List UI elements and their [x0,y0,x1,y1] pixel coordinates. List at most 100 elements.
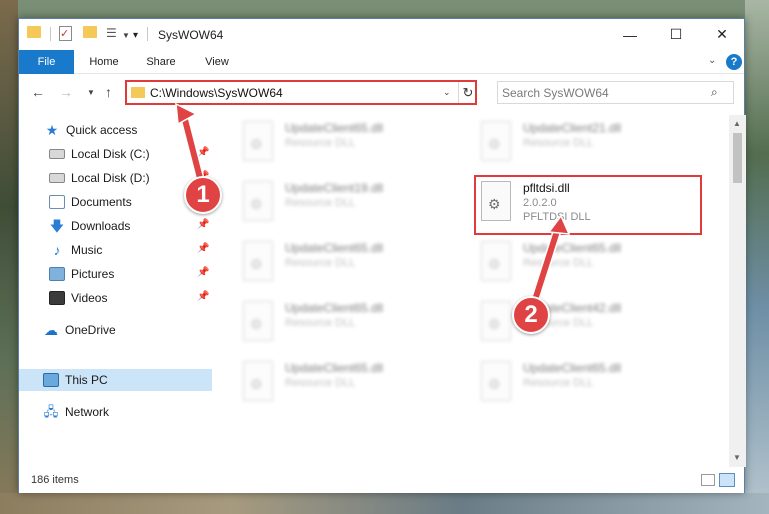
file-name: UpdateClient65.dll [285,121,384,135]
dll-file-icon: ⚙ [243,361,273,401]
sidebar-item-label: Pictures [71,267,115,281]
tab-view[interactable]: View [199,50,235,74]
list-item[interactable]: ⚙ UpdateClient42.dll Resource DLL [477,295,697,349]
scroll-up-icon[interactable]: ▲ [733,119,741,128]
file-name: UpdateClient65.dll [523,361,622,375]
file-explorer-window: ✓ ☰ ▼ ▾ SysWOW64 — ☐ ✕ File Home Share V… [18,18,746,493]
dll-file-icon: ⚙ [243,181,273,221]
search-box[interactable]: ⌕ [497,81,734,104]
sidebar-item-network[interactable]: 🖧 Network [19,401,212,423]
address-dropdown-icon[interactable]: ⌄ [443,87,451,98]
sidebar-item-quick-access[interactable]: ★ Quick access [19,119,212,141]
network-icon: 🖧 [43,404,59,419]
forward-arrow-icon[interactable]: → [59,84,73,100]
list-item[interactable]: ⚙ UpdateClient65.dll Resource DLL [239,115,459,169]
sidebar-item-label: Quick access [66,123,138,137]
recent-locations-icon[interactable]: ▼ [87,88,95,97]
minimize-button[interactable]: — [607,19,653,50]
help-icon[interactable]: ? [726,54,742,70]
dll-file-icon: ⚙ [243,121,273,161]
sidebar-item-this-pc[interactable]: This PC [19,369,212,391]
file-name: UpdateClient21.dll [523,121,622,135]
videos-icon [49,291,65,305]
sidebar-item-local-disk-c[interactable]: Local Disk (C:) 📌 [19,143,212,165]
new-folder-icon[interactable] [83,26,97,38]
tab-file[interactable]: File [19,50,74,74]
large-icons-view-icon[interactable] [719,473,735,487]
sidebar-item-local-disk-d[interactable]: Local Disk (D:) 📌 [19,167,212,189]
dll-file-icon: ⚙ [243,301,273,341]
pin-icon[interactable]: 📌 [197,267,209,278]
file-name: UpdateClient19.dll [285,181,384,195]
pin-icon[interactable]: 📌 [197,243,209,254]
file-name: UpdateClient65.dll [285,241,384,255]
file-name: UpdateClient65.dll [523,241,622,255]
file-type: Resource DLL [285,317,356,329]
close-button[interactable]: ✕ [699,19,745,50]
dll-file-icon: ⚙ [481,121,511,161]
sidebar-item-label: Videos [71,291,108,305]
file-type: Resource DLL [285,377,356,389]
file-type: Resource DLL [285,137,356,149]
list-item[interactable]: ⚙ UpdateClient65.dll Resource DLL [239,295,459,349]
sidebar-item-downloads[interactable]: 🡇 Downloads 📌 [19,215,212,237]
sidebar-item-label: Network [65,405,110,419]
sidebar-item-onedrive[interactable]: ☁ OneDrive [19,319,212,341]
sidebar-item-music[interactable]: ♪ Music 📌 [19,239,212,261]
star-icon: ★ [45,122,59,138]
file-type: Resource DLL [523,377,594,389]
sidebar-item-label: This PC [65,373,108,387]
list-item[interactable]: ⚙ UpdateClient19.dll Resource DLL [239,175,459,229]
list-item[interactable]: ⚙ UpdateClient21.dll Resource DLL [477,115,697,169]
back-arrow-icon[interactable]: ← [31,84,45,100]
title-bar: ✓ ☰ ▼ ▾ SysWOW64 — ☐ ✕ [19,19,744,50]
list-item[interactable]: ⚙ UpdateClient65.dll Resource DLL [239,355,459,409]
file-type: Resource DLL [523,137,594,149]
dll-file-icon: ⚙ [481,241,511,281]
expand-ribbon-icon[interactable]: ⌄ [708,55,716,66]
sidebar-item-label: Music [71,243,103,257]
pin-icon[interactable]: 📌 [197,291,209,302]
item-count: 186 items [31,474,79,486]
details-view-icon[interactable] [701,474,715,486]
properties-icon[interactable]: ☰ [106,26,121,41]
file-type: Resource DLL [523,257,594,269]
file-type: Resource DLL [285,257,356,269]
properties-check-icon[interactable]: ✓ [59,26,72,41]
sidebar-item-label: OneDrive [65,323,116,337]
tab-share[interactable]: Share [139,50,183,74]
maximize-button[interactable]: ☐ [653,19,699,50]
sidebar-item-pictures[interactable]: Pictures 📌 [19,263,212,285]
folder-icon [131,87,145,98]
up-arrow-icon[interactable]: ↑ [105,84,112,100]
file-name: UpdateClient65.dll [285,301,384,315]
list-item[interactable]: ⚙ UpdateClient65.dll Resource DLL [477,235,697,289]
quick-access-dropdown-icon[interactable]: ▼ [122,26,130,44]
sidebar-item-label: Local Disk (D:) [71,171,150,185]
customize-toolbar-icon[interactable]: ▾ [133,26,138,44]
pin-icon[interactable]: 📌 [197,147,209,158]
ribbon: File Home Share View ⌄ ? [19,50,744,74]
dll-file-icon: ⚙ [481,361,511,401]
vertical-scrollbar[interactable]: ▲ ▼ [729,115,746,467]
list-item[interactable]: ⚙ UpdateClient65.dll Resource DLL [477,355,697,409]
drive-icon [49,173,65,183]
window-title: SysWOW64 [158,28,224,42]
desktop-background-bottom [0,493,769,514]
status-bar: 186 items [19,469,744,493]
search-icon[interactable]: ⌕ [711,85,718,100]
navigation-pane: ★ Quick access Local Disk (C:) 📌 Local D… [19,115,212,467]
sidebar-item-videos[interactable]: Videos 📌 [19,287,212,309]
search-input[interactable] [502,83,702,102]
tab-home[interactable]: Home [83,50,125,74]
refresh-icon[interactable]: ↻ [458,82,477,103]
quick-access-separator [50,27,51,41]
address-path[interactable]: C:\Windows\SysWOW64 [150,86,283,100]
list-item[interactable]: ⚙ UpdateClient65.dll Resource DLL [239,235,459,289]
scrollbar-thumb[interactable] [733,133,742,183]
pin-icon[interactable]: 📌 [197,219,209,230]
address-bar[interactable]: C:\Windows\SysWOW64 ⌄ ↻ [125,80,477,105]
folder-icon [27,26,41,38]
scroll-down-icon[interactable]: ▼ [733,453,741,462]
drive-icon [49,149,65,159]
